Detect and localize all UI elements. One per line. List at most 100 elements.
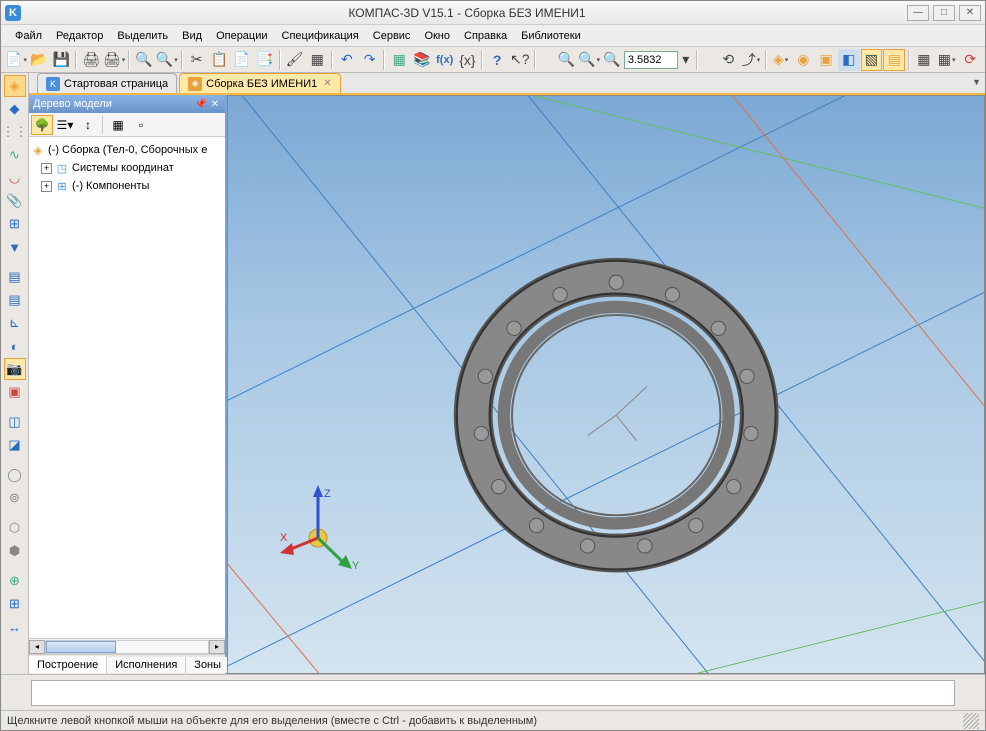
- zoom-in-button[interactable]: 🔍: [601, 49, 623, 71]
- rotate-button[interactable]: ⟲: [717, 49, 739, 71]
- perspective-button[interactable]: ▣: [815, 49, 837, 71]
- print-dd-button[interactable]: 🖨: [103, 49, 125, 71]
- menu-select[interactable]: Выделить: [111, 28, 174, 44]
- tab-zones[interactable]: Зоны: [186, 657, 230, 673]
- zoom-scale-button[interactable]: 🔍: [578, 49, 600, 71]
- tabs-dropdown-button[interactable]: ▼: [972, 77, 981, 87]
- add-part-button[interactable]: ◆: [4, 98, 26, 120]
- undo-button[interactable]: ↶: [336, 49, 358, 71]
- new-button[interactable]: 📄: [5, 49, 27, 71]
- preview-dd-button[interactable]: 🔍: [156, 49, 178, 71]
- properties-button[interactable]: ▦: [306, 49, 328, 71]
- maximize-button[interactable]: □: [933, 5, 955, 21]
- mate-button[interactable]: ⊕: [4, 570, 26, 592]
- menu-file[interactable]: Файл: [9, 28, 48, 44]
- tab-close-button[interactable]: ✕: [323, 78, 331, 89]
- menu-libs[interactable]: Библиотеки: [515, 28, 587, 44]
- color-body-button[interactable]: ▧: [861, 49, 883, 71]
- brush-button[interactable]: 🖌: [284, 49, 306, 71]
- tree-components-node[interactable]: + ⊞ (-) Компоненты: [31, 177, 223, 195]
- geometry-button[interactable]: ⋮⋮: [4, 121, 26, 143]
- zoom-fit-button[interactable]: 🔍: [555, 49, 577, 71]
- tree-coord-node[interactable]: + ◳ Системы координат: [31, 159, 223, 177]
- shell-button[interactable]: ◪: [4, 434, 26, 456]
- panel-close-button[interactable]: ✕: [209, 98, 221, 110]
- help-button[interactable]: ?: [486, 49, 508, 71]
- command-input[interactable]: [31, 680, 955, 706]
- print-button[interactable]: 🖨: [80, 49, 102, 71]
- tree-collapse-button[interactable]: ▫: [130, 115, 152, 135]
- scroll-track[interactable]: [45, 640, 209, 654]
- menu-spec[interactable]: Спецификация: [276, 28, 365, 44]
- constraint-button[interactable]: ⊞: [4, 593, 26, 615]
- orient-button[interactable]: ⤴: [740, 49, 762, 71]
- scroll-right-button[interactable]: ▸: [209, 640, 225, 654]
- simplify-button[interactable]: ▤: [883, 49, 905, 71]
- attach-button[interactable]: 📎: [4, 190, 26, 212]
- scroll-thumb[interactable]: [46, 641, 116, 653]
- menu-edit[interactable]: Редактор: [50, 28, 109, 44]
- minimize-button[interactable]: —: [907, 5, 929, 21]
- save-button[interactable]: 💾: [51, 49, 73, 71]
- camera-button[interactable]: 📷: [4, 358, 26, 380]
- tree-root-node[interactable]: ◈ (-) Сборка (Тел-0, Сборочных е: [31, 141, 223, 159]
- scroll-left-button[interactable]: ◂: [29, 640, 45, 654]
- resize-grip[interactable]: [963, 713, 979, 729]
- tab-assembly-doc[interactable]: ◈ Сборка БЕЗ ИМЕНИ1 ✕: [179, 73, 341, 93]
- close-button[interactable]: ✕: [959, 5, 981, 21]
- menu-service[interactable]: Сервис: [367, 28, 417, 44]
- whatsthis-button[interactable]: ↖?: [509, 49, 531, 71]
- open-button[interactable]: 📂: [28, 49, 50, 71]
- cut-button[interactable]: ✂: [186, 49, 208, 71]
- hole-button[interactable]: ◯: [4, 464, 26, 486]
- measure-button[interactable]: ⊾: [4, 312, 26, 334]
- dimension-button[interactable]: ↔: [4, 616, 26, 638]
- menu-operations[interactable]: Операции: [210, 28, 273, 44]
- menu-window[interactable]: Окно: [418, 28, 456, 44]
- curve-button[interactable]: ∿: [4, 144, 26, 166]
- filter-button[interactable]: ▼: [4, 236, 26, 258]
- expand-toggle[interactable]: +: [41, 181, 52, 192]
- preview-button[interactable]: 🔍: [133, 49, 155, 71]
- mcad-button[interactable]: ◐: [4, 335, 26, 357]
- rebuild-button[interactable]: ⟳: [959, 49, 981, 71]
- thread-button[interactable]: ⊚: [4, 487, 26, 509]
- tree-view-button[interactable]: 🌳: [31, 115, 53, 135]
- tree-scrollbar[interactable]: ◂ ▸: [29, 638, 225, 654]
- copy-button[interactable]: 📋: [209, 49, 231, 71]
- zoom-dd-button[interactable]: ▾: [679, 49, 693, 71]
- calc-button[interactable]: ▦: [388, 49, 410, 71]
- pin-button[interactable]: 📌: [195, 98, 207, 110]
- edit-assembly-button[interactable]: ◈: [4, 75, 26, 97]
- shaded-edges-button[interactable]: ◧: [838, 49, 860, 71]
- tab-exec[interactable]: Исполнения: [107, 657, 186, 673]
- redo-button[interactable]: ↷: [359, 49, 381, 71]
- array-button[interactable]: ⊞: [4, 213, 26, 235]
- expand-toggle[interactable]: +: [41, 163, 52, 174]
- menu-help[interactable]: Справка: [458, 28, 513, 44]
- vars-button[interactable]: {x}: [457, 49, 479, 71]
- wireframe-button[interactable]: ◈: [770, 49, 792, 71]
- surface-button[interactable]: ◡: [4, 167, 26, 189]
- zoom-input[interactable]: [624, 51, 678, 69]
- report-button[interactable]: ▤: [4, 289, 26, 311]
- lib-button[interactable]: 📚: [411, 49, 433, 71]
- tab-build[interactable]: Построение: [29, 656, 107, 673]
- copy2-button[interactable]: 📑: [254, 49, 276, 71]
- tree-filter-button[interactable]: ☰▾: [54, 115, 76, 135]
- 3d-viewport[interactable]: Z X Y: [227, 95, 985, 674]
- elements-button[interactable]: ▣: [4, 381, 26, 403]
- assembly-op-button[interactable]: ⬡: [4, 517, 26, 539]
- menu-view[interactable]: Вид: [176, 28, 208, 44]
- paste-button[interactable]: 📄: [231, 49, 253, 71]
- fx-button[interactable]: f(x): [434, 49, 456, 71]
- tree-expand-button[interactable]: ▦: [107, 115, 129, 135]
- orientation-triad[interactable]: Z X Y: [278, 483, 358, 563]
- section-button[interactable]: ▦: [913, 49, 935, 71]
- move-button[interactable]: ⬢: [4, 540, 26, 562]
- tree-sort-button[interactable]: ↕: [77, 115, 99, 135]
- section-dd-button[interactable]: ▦: [936, 49, 958, 71]
- body-button[interactable]: ◫: [4, 411, 26, 433]
- shaded-button[interactable]: ◉: [793, 49, 815, 71]
- tab-start-page[interactable]: K Стартовая страница: [37, 73, 177, 93]
